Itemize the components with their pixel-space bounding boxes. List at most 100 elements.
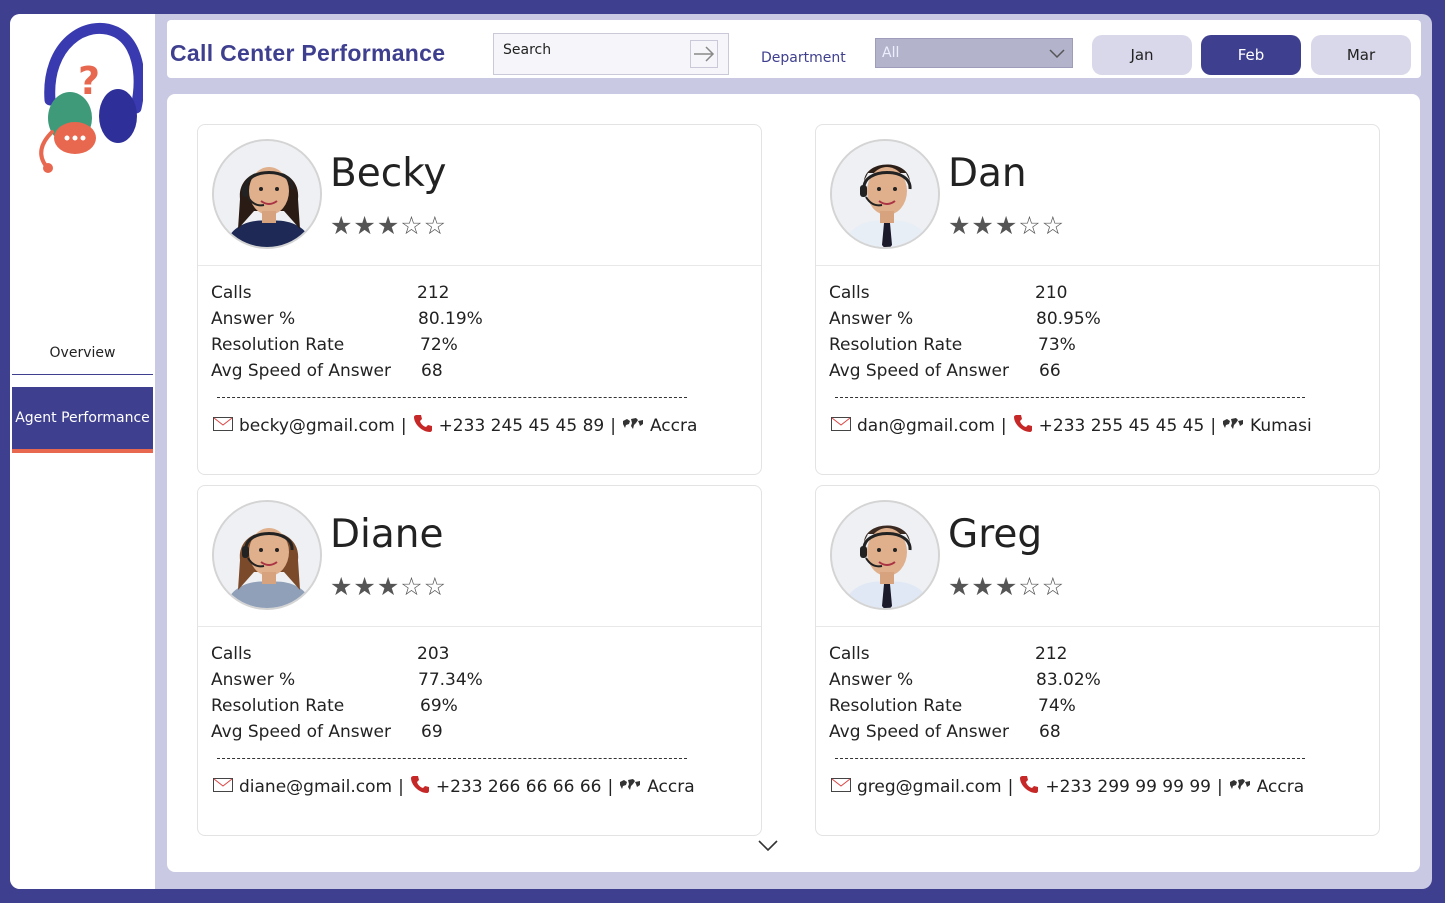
svg-text:?: ?: [78, 59, 100, 103]
headset-logo-icon: ?: [28, 20, 145, 180]
stat-value-answer: 80.19%: [418, 309, 483, 329]
search-input[interactable]: Search: [503, 42, 551, 58]
stat-label-calls: Calls: [211, 644, 252, 664]
nav-agent-performance[interactable]: Agent Performance: [12, 387, 153, 453]
stat-label-calls: Calls: [829, 283, 870, 303]
divider-dashed: [217, 758, 687, 759]
agent-city: Accra: [649, 415, 698, 436]
agent-city: Accra: [1256, 776, 1305, 797]
arrow-right-icon: [694, 46, 715, 62]
stat-value-resolution: 69%: [420, 696, 458, 716]
agent-city: Kumasi: [1250, 415, 1312, 436]
stat-label-speed: Avg Speed of Answer: [211, 722, 391, 742]
world-map-icon: [1222, 416, 1244, 436]
envelope-icon: [831, 416, 851, 436]
nav-overview-label: Overview: [49, 345, 116, 361]
department-label: Department: [761, 50, 846, 66]
agent-name: Greg: [948, 512, 1043, 557]
stat-value-speed: 69: [421, 722, 443, 742]
world-map-icon: [622, 416, 644, 436]
agent-email[interactable]: dan@gmail.com: [857, 416, 995, 436]
month-button-mar[interactable]: Mar: [1311, 35, 1411, 75]
nav-overview[interactable]: Overview: [12, 332, 153, 374]
agent-avatar: [212, 500, 322, 610]
stat-label-resolution: Resolution Rate: [211, 335, 345, 355]
stat-value-resolution: 73%: [1038, 335, 1076, 355]
month-button-jan[interactable]: Jan: [1092, 35, 1192, 75]
agent-city: Accra: [647, 776, 695, 797]
star-rating: ★★★☆☆: [330, 572, 448, 601]
stat-label-resolution: Resolution Rate: [211, 696, 345, 716]
search-box[interactable]: Search: [493, 33, 729, 75]
stat-value-answer: 77.34%: [418, 670, 483, 690]
star-rating: ★★★☆☆: [330, 211, 448, 240]
stat-value-calls: 210: [1035, 283, 1068, 303]
agent-avatar: [830, 139, 940, 249]
agent-phone[interactable]: +233 255 45 45 45: [1039, 416, 1205, 436]
agent-avatar: [830, 500, 940, 610]
phone-icon: [410, 774, 430, 799]
phone-icon: [1019, 774, 1039, 799]
world-map-icon: [619, 777, 641, 797]
month-label: Mar: [1346, 46, 1376, 64]
agent-cards-panel: Becky ★★★☆☆ Calls 212 Answer % 80.19% Re…: [167, 94, 1420, 872]
agent-card-becky: Becky ★★★☆☆ Calls 212 Answer % 80.19% Re…: [197, 124, 762, 475]
agent-phone[interactable]: +233 266 66 66 66: [436, 777, 602, 797]
contact-line: becky@gmail.com | +233 245 45 45 89 | Ac…: [213, 413, 697, 438]
agent-card-header: Greg ★★★☆☆: [816, 486, 1379, 627]
stat-label-answer: Answer %: [211, 309, 296, 329]
stat-value-speed: 66: [1039, 361, 1061, 381]
sidebar: ? Overview Agent Performance: [10, 14, 155, 889]
stat-value-speed: 68: [1039, 722, 1061, 742]
department-value: All: [882, 45, 900, 61]
nav-divider: [12, 374, 153, 375]
agent-name: Diane: [330, 512, 444, 557]
stat-label-answer: Answer %: [829, 670, 914, 690]
divider-dashed: [835, 758, 1305, 759]
stat-label-answer: Answer %: [211, 670, 296, 690]
stat-label-speed: Avg Speed of Answer: [211, 361, 391, 381]
stat-value-resolution: 72%: [420, 335, 458, 355]
nav-agent-performance-label: Agent Performance: [15, 410, 150, 426]
stat-label-answer: Answer %: [829, 309, 914, 329]
stat-label-resolution: Resolution Rate: [829, 335, 963, 355]
scroll-down-chevron-icon[interactable]: [757, 838, 779, 854]
app-frame: ? Overview Agent Performance Call Center…: [10, 14, 1432, 889]
agent-phone[interactable]: +233 299 99 99 99: [1045, 777, 1211, 797]
stat-value-calls: 212: [1035, 644, 1068, 664]
star-rating: ★★★☆☆: [948, 211, 1066, 240]
search-submit-button[interactable]: [690, 40, 718, 68]
agent-email[interactable]: becky@gmail.com: [239, 416, 395, 436]
envelope-icon: [213, 416, 233, 436]
phone-icon: [413, 413, 433, 438]
agent-email[interactable]: diane@gmail.com: [239, 777, 392, 797]
stat-value-answer: 80.95%: [1036, 309, 1101, 329]
agent-card-header: Becky ★★★☆☆: [198, 125, 761, 266]
star-rating: ★★★☆☆: [948, 572, 1066, 601]
page-title: Call Center Performance: [170, 40, 446, 66]
agent-card-header: Dan ★★★☆☆: [816, 125, 1379, 266]
agent-phone[interactable]: +233 245 45 45 89: [439, 416, 605, 436]
agent-card-dan: Dan ★★★☆☆ Calls 210 Answer % 80.95% Reso…: [815, 124, 1380, 475]
month-button-feb[interactable]: Feb: [1201, 35, 1301, 75]
agent-card-header: Diane ★★★☆☆: [198, 486, 761, 627]
divider-dashed: [835, 397, 1305, 398]
stat-value-speed: 68: [421, 361, 443, 381]
department-select[interactable]: All: [875, 38, 1073, 68]
divider-dashed: [217, 397, 687, 398]
phone-icon: [1013, 413, 1033, 438]
agent-avatar: [212, 139, 322, 249]
world-map-icon: [1229, 777, 1251, 797]
envelope-icon: [831, 777, 851, 797]
agent-card-diane: Diane ★★★☆☆ Calls 203 Answer % 77.34% Re…: [197, 485, 762, 836]
stat-value-answer: 83.02%: [1036, 670, 1101, 690]
agent-name: Dan: [948, 151, 1027, 196]
month-label: Jan: [1130, 46, 1154, 64]
stat-label-resolution: Resolution Rate: [829, 696, 963, 716]
agent-name: Becky: [330, 151, 447, 196]
contact-line: greg@gmail.com | +233 299 99 99 99 | Acc…: [831, 774, 1304, 799]
agent-email[interactable]: greg@gmail.com: [857, 777, 1002, 797]
stat-label-speed: Avg Speed of Answer: [829, 722, 1009, 742]
stat-label-calls: Calls: [211, 283, 252, 303]
month-label: Feb: [1237, 46, 1265, 64]
